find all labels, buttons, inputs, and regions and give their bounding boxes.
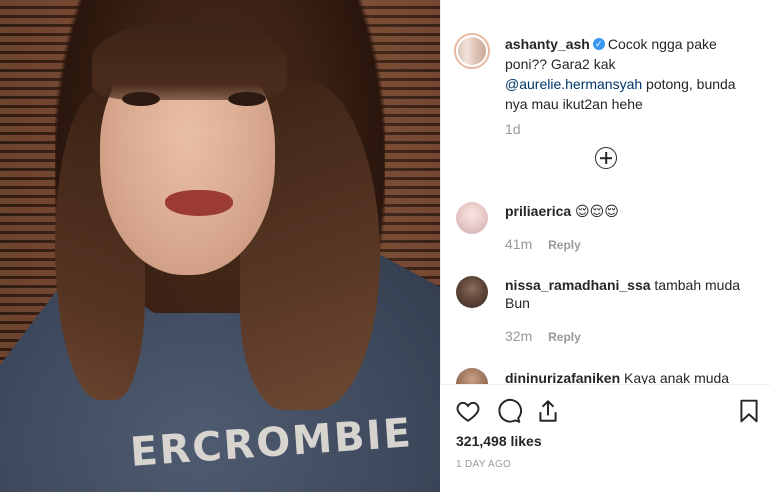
- author-username[interactable]: ashanty_ash: [505, 36, 590, 52]
- left-eye: [122, 92, 160, 106]
- comment-meta: 41m Reply: [505, 236, 581, 252]
- bookmark-icon[interactable]: [736, 398, 762, 424]
- verified-badge-icon: ✓: [592, 38, 605, 51]
- likes-count[interactable]: 321,498 likes: [456, 433, 542, 449]
- comment-icon[interactable]: [496, 398, 522, 424]
- bangs: [92, 20, 287, 100]
- author-avatar[interactable]: [454, 33, 490, 69]
- heart-icon[interactable]: [455, 398, 481, 424]
- comment-text: 😌😌😌: [575, 203, 619, 219]
- comment: nissa_ramadhani_ssa tambah muda Bun: [505, 276, 755, 312]
- reply-button[interactable]: Reply: [548, 330, 581, 344]
- commenter-avatar[interactable]: [456, 276, 488, 308]
- comment-username[interactable]: priliaerica: [505, 203, 571, 219]
- post-photo[interactable]: ERCROMBIE: [0, 0, 440, 492]
- post-timestamp[interactable]: 1 DAY AGO: [456, 459, 511, 470]
- comment-username[interactable]: nissa_ramadhani_ssa: [505, 277, 651, 293]
- comment-meta: 32m Reply: [505, 328, 581, 344]
- comment-time[interactable]: 41m: [505, 236, 532, 252]
- reply-button[interactable]: Reply: [548, 238, 581, 252]
- caption-mention[interactable]: @aurelie.hermansyah: [505, 76, 642, 92]
- commenter-avatar[interactable]: [456, 202, 488, 234]
- share-icon[interactable]: [535, 398, 561, 424]
- lips: [165, 190, 233, 216]
- right-eye: [228, 92, 266, 106]
- caption-time[interactable]: 1d: [505, 121, 521, 137]
- plus-circle-icon[interactable]: [595, 147, 617, 169]
- comment-time[interactable]: 32m: [505, 328, 532, 344]
- comment: priliaerica 😌😌😌: [505, 202, 755, 220]
- post-caption: ashanty_ash ✓ Cocok ngga pake poni?? Gara2…: [505, 34, 755, 114]
